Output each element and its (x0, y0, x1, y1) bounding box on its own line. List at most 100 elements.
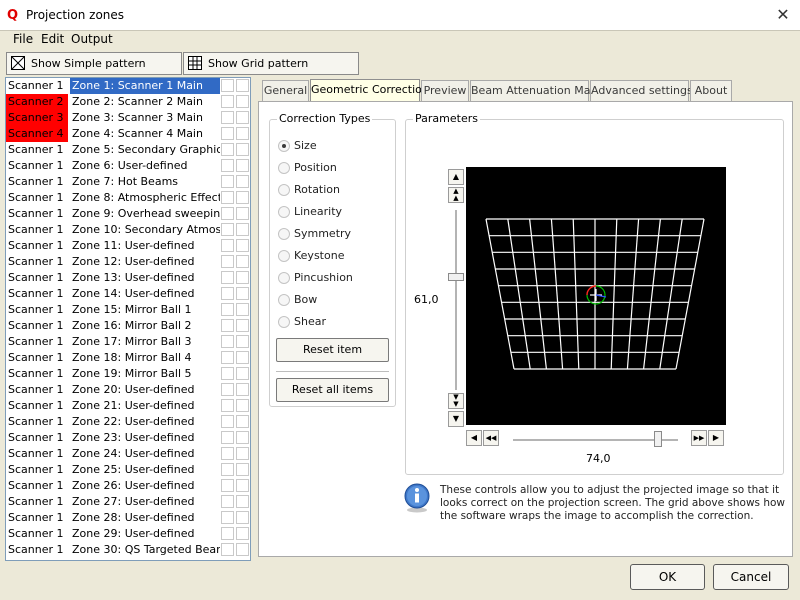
zone-name-cell[interactable]: Zone 2: Scanner 2 Main (70, 94, 220, 110)
zone-scanner-cell[interactable]: Scanner 1 (6, 398, 68, 414)
zone-scanner-cell[interactable]: Scanner 1 (6, 510, 68, 526)
zone-scanner-cell[interactable]: Scanner 1 (6, 334, 68, 350)
vertical-step-down-button[interactable]: ▼ (448, 411, 464, 427)
radio-button[interactable] (278, 272, 290, 284)
zone-checkbox[interactable] (221, 479, 234, 492)
zone-checkbox[interactable] (236, 479, 249, 492)
tab-preview[interactable]: Preview (421, 80, 469, 102)
zone-row[interactable]: Scanner 1 Zone 30: QS Targeted Beams (6, 542, 250, 558)
zone-checkbox[interactable] (221, 367, 234, 380)
zone-checkbox[interactable] (221, 495, 234, 508)
zone-checkbox[interactable] (236, 191, 249, 204)
menu-file[interactable]: File (13, 32, 33, 46)
zone-name-cell[interactable]: Zone 11: User-defined (70, 238, 220, 254)
vertical-slider-track[interactable] (455, 210, 457, 390)
tab-advanced-settings[interactable]: Advanced settings (590, 80, 693, 102)
zone-row[interactable]: Scanner 1 Zone 22: User-defined (6, 414, 250, 430)
zone-checkbox[interactable] (221, 255, 234, 268)
zone-checkbox[interactable] (236, 319, 249, 332)
zone-name-cell[interactable]: Zone 12: User-defined (70, 254, 220, 270)
zone-checkbox[interactable] (236, 127, 249, 140)
zone-row[interactable]: Scanner 1 Zone 28: User-defined (6, 510, 250, 526)
vertical-fast-down-button[interactable]: ▼ ▼ (448, 393, 464, 409)
zone-scanner-cell[interactable]: Scanner 2 (6, 94, 68, 110)
zone-scanner-cell[interactable]: Scanner 1 (6, 414, 68, 430)
radio-button[interactable] (278, 140, 290, 152)
zone-checkbox[interactable] (236, 303, 249, 316)
zone-name-cell[interactable]: Zone 5: Secondary Graphics (70, 142, 220, 158)
zone-name-cell[interactable]: Zone 26: User-defined (70, 478, 220, 494)
zone-scanner-cell[interactable]: Scanner 1 (6, 302, 68, 318)
zone-checkbox[interactable] (221, 95, 234, 108)
zone-scanner-cell[interactable]: Scanner 4 (6, 126, 68, 142)
zone-name-cell[interactable]: Zone 14: User-defined (70, 286, 220, 302)
zone-name-cell[interactable]: Zone 20: User-defined (70, 382, 220, 398)
zone-row[interactable]: Scanner 1 Zone 18: Mirror Ball 4 (6, 350, 250, 366)
vertical-step-up-button[interactable]: ▲ (448, 169, 464, 185)
zone-checkbox[interactable] (221, 287, 234, 300)
horizontal-fast-right-button[interactable]: ▶▶ (691, 430, 707, 446)
zone-name-cell[interactable]: Zone 10: Secondary Atmospheric (70, 222, 220, 238)
zone-scanner-cell[interactable]: Scanner 1 (6, 542, 68, 558)
zone-checkbox[interactable] (221, 143, 234, 156)
zone-name-cell[interactable]: Zone 23: User-defined (70, 430, 220, 446)
zone-name-cell[interactable]: Zone 18: Mirror Ball 4 (70, 350, 220, 366)
horizontal-step-right-button[interactable]: ▶ (708, 430, 724, 446)
zone-checkbox[interactable] (236, 527, 249, 540)
zone-row[interactable]: Scanner 1 Zone 8: Atmospheric Effects (6, 190, 250, 206)
zone-checkbox[interactable] (236, 239, 249, 252)
show-grid-pattern-button[interactable]: Show Grid pattern (183, 52, 359, 75)
zone-name-cell[interactable]: Zone 24: User-defined (70, 446, 220, 462)
zone-checkbox[interactable] (221, 351, 234, 364)
zone-row[interactable]: Scanner 1 Zone 17: Mirror Ball 3 (6, 334, 250, 350)
zone-checkbox[interactable] (236, 207, 249, 220)
zone-checkbox[interactable] (236, 159, 249, 172)
zone-checkbox[interactable] (236, 415, 249, 428)
zone-name-cell[interactable]: Zone 25: User-defined (70, 462, 220, 478)
menu-edit[interactable]: Edit (41, 32, 64, 46)
radio-button[interactable] (278, 294, 290, 306)
zone-row[interactable]: Scanner 1 Zone 6: User-defined (6, 158, 250, 174)
zone-name-cell[interactable]: Zone 28: User-defined (70, 510, 220, 526)
zone-name-cell[interactable]: Zone 30: QS Targeted Beams (70, 542, 220, 558)
zone-row[interactable]: Scanner 1 Zone 1: Scanner 1 Main (6, 78, 250, 94)
zone-row[interactable]: Scanner 1 Zone 16: Mirror Ball 2 (6, 318, 250, 334)
zone-scanner-cell[interactable]: Scanner 1 (6, 286, 68, 302)
zone-checkbox[interactable] (221, 303, 234, 316)
zone-checkbox[interactable] (236, 335, 249, 348)
zone-checkbox[interactable] (221, 399, 234, 412)
horizontal-fast-left-button[interactable]: ◀◀ (483, 430, 499, 446)
zone-scanner-cell[interactable]: Scanner 1 (6, 430, 68, 446)
zone-checkbox[interactable] (221, 431, 234, 444)
radio-button[interactable] (278, 316, 290, 328)
close-icon[interactable]: ✕ (772, 5, 794, 25)
zone-name-cell[interactable]: Zone 27: User-defined (70, 494, 220, 510)
show-simple-pattern-button[interactable]: Show Simple pattern (6, 52, 182, 75)
zone-checkbox[interactable] (221, 127, 234, 140)
cancel-button[interactable]: Cancel (713, 564, 789, 590)
reset-all-items-button[interactable]: Reset all items (276, 378, 389, 402)
zone-name-cell[interactable]: Zone 13: User-defined (70, 270, 220, 286)
horizontal-slider-thumb[interactable] (654, 431, 663, 447)
zone-checkbox[interactable] (236, 399, 249, 412)
zone-row[interactable]: Scanner 1 Zone 15: Mirror Ball 1 (6, 302, 250, 318)
zone-name-cell[interactable]: Zone 22: User-defined (70, 414, 220, 430)
zone-row[interactable]: Scanner 3 Zone 3: Scanner 3 Main (6, 110, 250, 126)
zone-row[interactable]: Scanner 1 Zone 11: User-defined (6, 238, 250, 254)
zone-checkbox[interactable] (221, 463, 234, 476)
zone-scanner-cell[interactable]: Scanner 1 (6, 254, 68, 270)
zone-scanner-cell[interactable]: Scanner 1 (6, 462, 68, 478)
zone-row[interactable]: Scanner 1 Zone 24: User-defined (6, 446, 250, 462)
zone-name-cell[interactable]: Zone 29: User-defined (70, 526, 220, 542)
tab-beam-attenuation-map[interactable]: Beam Attenuation Map (470, 80, 597, 102)
zone-scanner-cell[interactable]: Scanner 1 (6, 366, 68, 382)
zone-scanner-cell[interactable]: Scanner 1 (6, 494, 68, 510)
zone-name-cell[interactable]: Zone 19: Mirror Ball 5 (70, 366, 220, 382)
zone-checkbox[interactable] (236, 95, 249, 108)
zone-list[interactable]: Scanner 1 Zone 1: Scanner 1 Main Scanner 2… (5, 77, 251, 561)
zone-checkbox[interactable] (236, 543, 249, 556)
zone-checkbox[interactable] (221, 175, 234, 188)
radio-button[interactable] (278, 162, 290, 174)
zone-checkbox[interactable] (236, 351, 249, 364)
zone-name-cell[interactable]: Zone 17: Mirror Ball 3 (70, 334, 220, 350)
